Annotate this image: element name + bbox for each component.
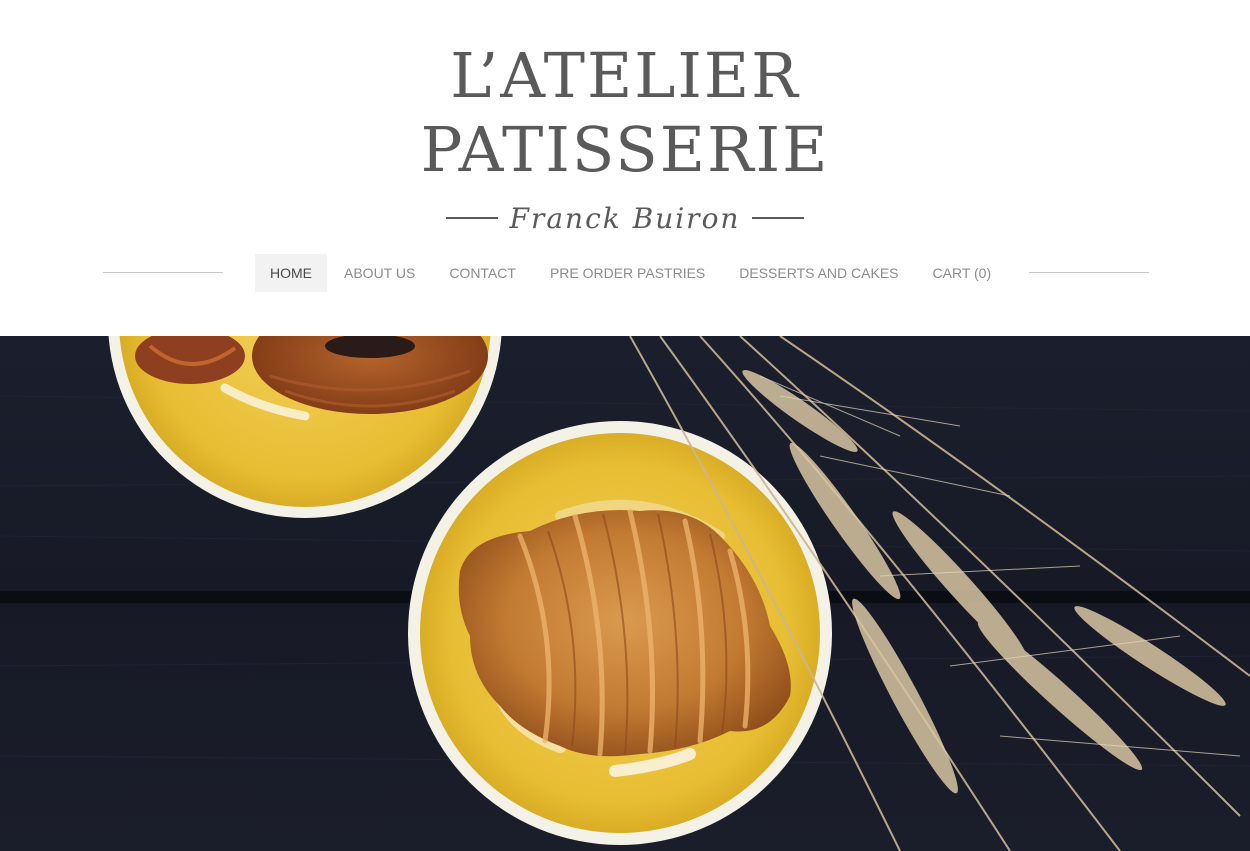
hero-image — [0, 336, 1250, 851]
nav-item-home[interactable]: HOME — [255, 254, 327, 292]
logo-line-2[interactable]: PATISSERIE — [0, 115, 1250, 185]
nav-item-desserts-and-cakes[interactable]: DESSERTS AND CAKES — [722, 254, 915, 292]
croissant-photo-icon — [0, 336, 1250, 851]
main-nav: HOME ABOUT US CONTACT PRE ORDER PASTRIES… — [255, 254, 1008, 292]
logo-line-1[interactable]: L’ATELIER — [0, 41, 1250, 111]
logo-subtitle: Franck Buiron — [509, 201, 741, 235]
subtitle-rule-left — [445, 217, 498, 219]
nav-divider-left — [103, 272, 223, 273]
nav-item-pre-order-pastries[interactable]: PRE ORDER PASTRIES — [533, 254, 722, 292]
site-header: L’ATELIER PATISSERIE Franck Buiron HOME … — [0, 0, 1250, 336]
logo-subtitle-row: Franck Buiron — [0, 198, 1250, 238]
subtitle-rule-right — [752, 217, 805, 219]
nav-divider-right — [1029, 272, 1149, 273]
nav-item-contact[interactable]: CONTACT — [432, 254, 533, 292]
nav-item-about-us[interactable]: ABOUT US — [327, 254, 432, 292]
nav-item-cart[interactable]: CART (0) — [916, 254, 1009, 292]
